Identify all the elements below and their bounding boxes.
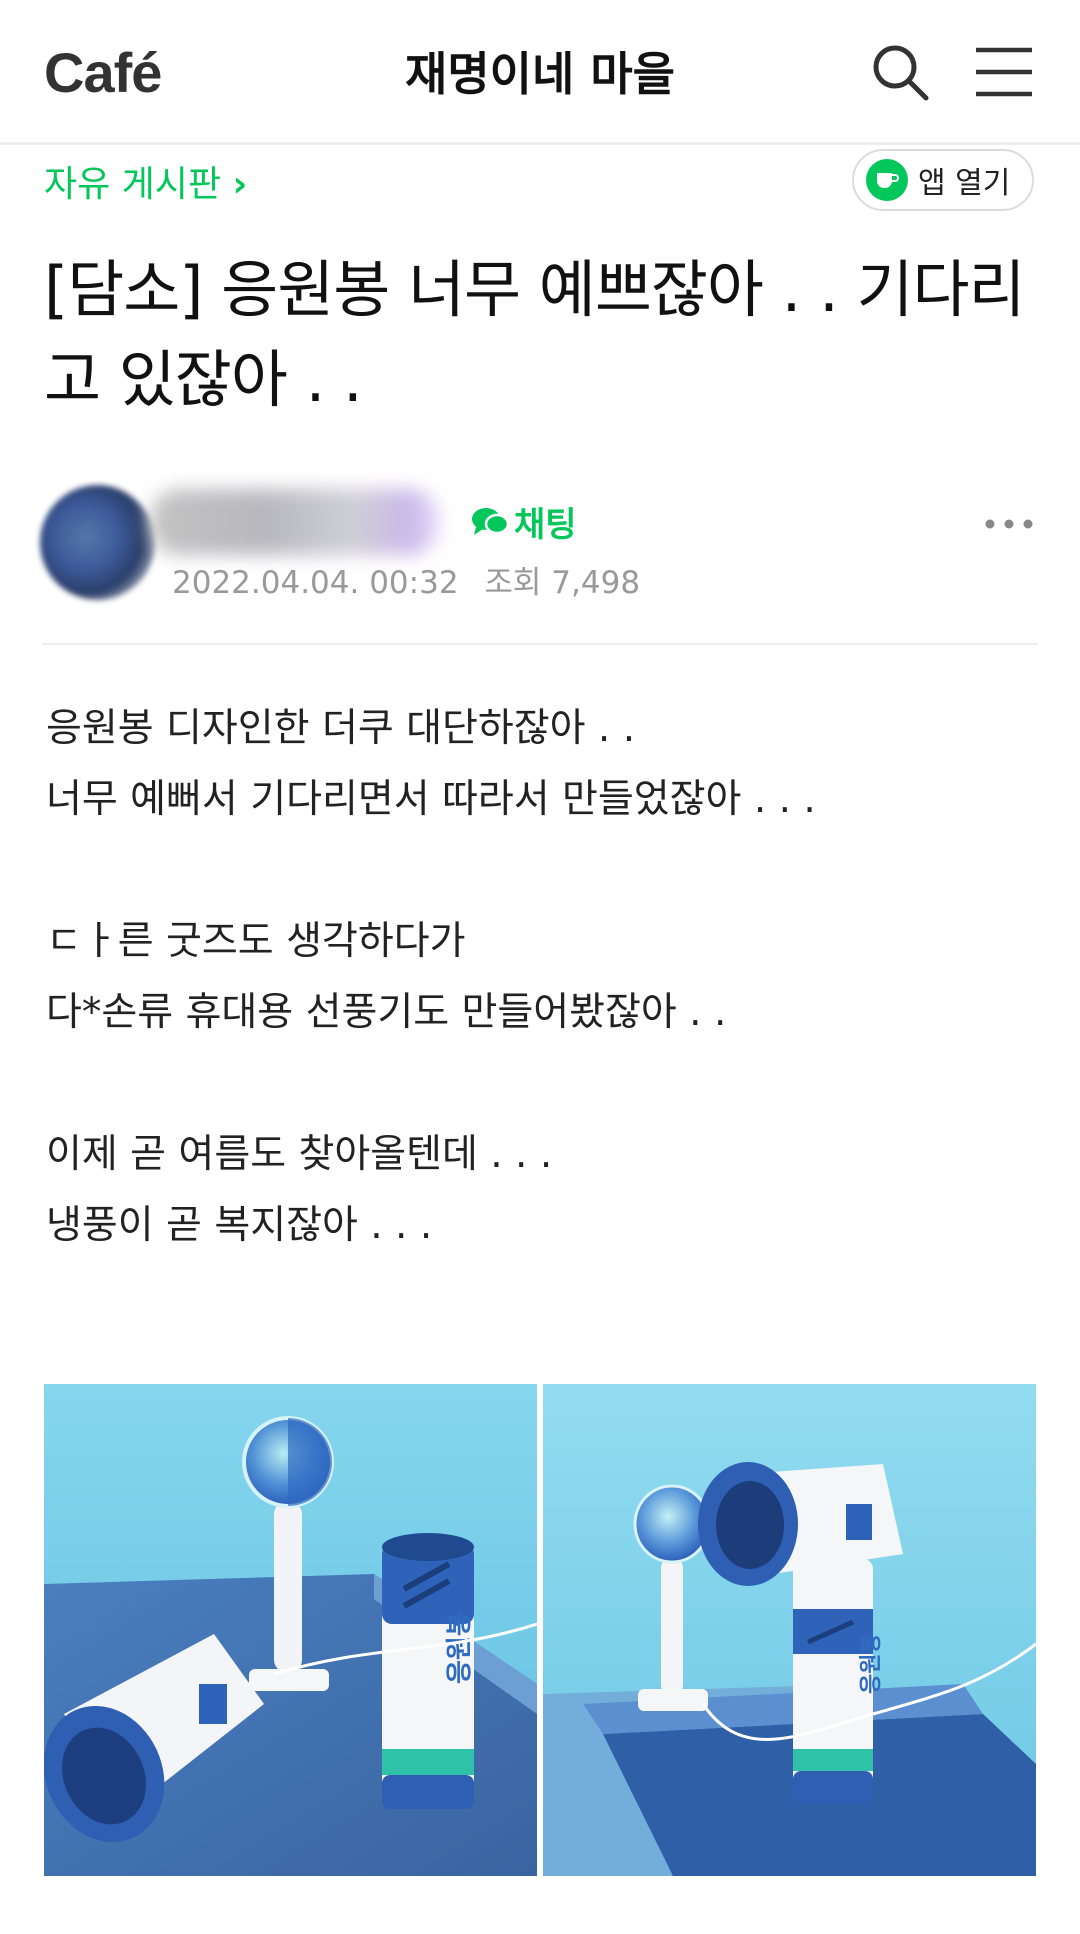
board-row: 자유 게시판 › 앱 열기 (0, 145, 1080, 245)
svg-text:응원봉: 응원봉 (445, 1612, 475, 1684)
cafe-cup-icon (866, 159, 908, 201)
lightstick-and-fan-render: 응원봉 (44, 1384, 537, 1876)
top-app-bar: Café 재명이네 마을 (0, 0, 1080, 145)
search-icon (873, 45, 929, 101)
content-line: 이제 곧 여름도 찾아올텐데 . . . (46, 1132, 553, 1177)
divider (42, 643, 1038, 645)
post-image[interactable]: 응원봉 (44, 1384, 537, 1876)
app-open-label: 앱 열기 (918, 166, 1011, 201)
menu-button[interactable] (970, 38, 1038, 106)
app-open-button[interactable]: 앱 열기 (852, 149, 1034, 211)
view-count: 조회 7,498 (484, 565, 641, 601)
post-title: [담소] 응원봉 너무 예쁘잖아 . . 기다리고 있잖아 . . (44, 253, 1026, 416)
board-name: 자유 게시판 (44, 164, 222, 205)
post-image[interactable]: 응원봉 (543, 1384, 1036, 1876)
content-line: ㄷㅏ른 굿즈도 생각하다가 (46, 919, 466, 964)
content-line: 응원봉 디자인한 더쿠 대단하잖아 . . (46, 706, 636, 751)
post-photos: 응원봉 응원봉 (44, 1384, 1036, 1876)
chevron-right-icon: › (232, 164, 248, 205)
content-line: 다*손류 휴대용 선풍기도 만들어봤잖아 . . (46, 990, 727, 1035)
post-content: 응원봉 디자인한 더쿠 대단하잖아 . . 너무 예뻐서 기다리면서 따라서 만… (46, 693, 1034, 1261)
more-options-button[interactable] (982, 509, 1036, 539)
post-date: 2022.04.04. 00:32 (172, 565, 459, 601)
content-line: 너무 예뻐서 기다리면서 따라서 만들었잖아 . . . (46, 777, 816, 822)
chat-button[interactable]: 채팅 (470, 497, 577, 546)
svg-text:응원봉: 응원봉 (859, 1633, 884, 1694)
search-button[interactable] (866, 38, 934, 106)
lightstick-and-fan-render-2: 응원봉 (543, 1384, 1036, 1876)
content-line: 냉풍이 곧 복지잖아 . . . (46, 1203, 433, 1248)
board-link[interactable]: 자유 게시판 › (44, 155, 247, 207)
chat-bubble-icon (472, 507, 510, 535)
post-meta: 2022.04.04. 00:32 조회 7,498 (172, 557, 656, 602)
author-nickname-blurred[interactable] (150, 489, 440, 555)
avatar[interactable] (40, 485, 155, 600)
author-row: 채팅 2022.04.04. 00:32 조회 7,498 (0, 455, 1080, 625)
chat-label: 채팅 (514, 505, 577, 545)
hamburger-menu-icon (976, 47, 1032, 97)
more-dots-icon (985, 519, 1033, 529)
